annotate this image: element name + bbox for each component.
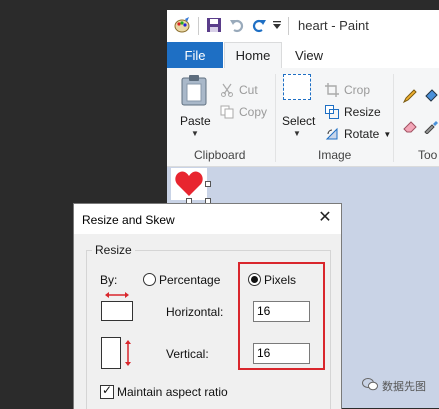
- resize-label: Resize: [344, 105, 381, 119]
- maintain-aspect-label[interactable]: Maintain aspect ratio: [117, 385, 228, 399]
- resize-button[interactable]: Resize: [324, 104, 381, 120]
- pencil-icon[interactable]: [402, 88, 418, 107]
- percentage-label[interactable]: Percentage: [159, 273, 220, 287]
- tab-file[interactable]: File: [167, 42, 223, 68]
- color-picker-icon[interactable]: [423, 118, 439, 137]
- canvas-resize-handle-right[interactable]: [205, 181, 211, 187]
- save-icon[interactable]: [205, 16, 223, 34]
- horizontal-resize-icon: [100, 290, 134, 325]
- title-separator: [288, 17, 289, 35]
- drawing-canvas[interactable]: [171, 168, 207, 200]
- paste-button[interactable]: Paste ▼: [177, 72, 211, 138]
- cut-button[interactable]: Cut: [219, 82, 258, 98]
- dialog-title-bar: Resize and Skew ✕: [74, 204, 341, 234]
- clipboard-group-label: Clipboard: [194, 148, 246, 162]
- ribbon-separator: [393, 74, 394, 162]
- title-separator: [198, 17, 199, 35]
- scissors-icon: [219, 82, 235, 98]
- select-icon: [283, 74, 311, 100]
- maintain-aspect-checkbox[interactable]: [100, 383, 114, 399]
- vertical-resize-icon: [100, 336, 134, 373]
- by-label: By:: [100, 273, 118, 287]
- eraser-icon[interactable]: [402, 118, 418, 137]
- copy-icon: [219, 104, 235, 120]
- paste-label: Paste: [180, 114, 211, 128]
- paste-dropdown-icon: ▼: [191, 129, 199, 138]
- ribbon-separator: [275, 74, 276, 162]
- rotate-button[interactable]: Rotate ▼: [324, 126, 391, 142]
- select-button[interactable]: Select ▼: [281, 74, 315, 138]
- rotate-dropdown-icon: ▼: [383, 129, 392, 139]
- pixels-highlight-box: [238, 262, 325, 370]
- undo-icon[interactable]: [228, 16, 246, 34]
- resize-skew-dialog: Resize and Skew ✕ Resize By: Percentage …: [73, 203, 342, 409]
- crop-icon: [324, 82, 340, 98]
- watermark-text: 数据先图: [382, 381, 426, 393]
- paste-icon: [180, 74, 208, 109]
- percentage-radio[interactable]: [143, 273, 156, 286]
- tools-group-label: Too: [418, 148, 438, 162]
- resize-group-legend: Resize: [92, 243, 135, 257]
- redo-icon[interactable]: [250, 16, 268, 34]
- customize-toolbar-icon[interactable]: [271, 16, 283, 34]
- tab-view[interactable]: View: [284, 42, 334, 68]
- close-icon[interactable]: ✕: [317, 210, 333, 226]
- watermark: 数据先图: [362, 378, 426, 394]
- title-bar: heart - Paint: [167, 10, 439, 42]
- crop-button[interactable]: Crop: [324, 82, 370, 98]
- horizontal-label: Horizontal:: [166, 305, 224, 319]
- select-dropdown-icon: ▼: [293, 129, 301, 138]
- ribbon-tabs: File Home View: [167, 42, 439, 69]
- fill-icon[interactable]: [423, 88, 439, 107]
- select-label: Select: [282, 114, 316, 128]
- rotate-label: Rotate: [344, 127, 380, 141]
- copy-label: Copy: [239, 105, 268, 119]
- wechat-icon: [362, 378, 378, 394]
- crop-label: Crop: [344, 83, 371, 97]
- tab-home[interactable]: Home: [224, 42, 282, 69]
- copy-button[interactable]: Copy: [219, 104, 267, 120]
- rotate-icon: [324, 126, 340, 142]
- paint-app-icon[interactable]: [173, 16, 191, 34]
- window-title: heart - Paint: [298, 18, 369, 33]
- image-group-label: Image: [318, 148, 352, 162]
- dialog-title: Resize and Skew: [82, 213, 175, 227]
- ribbon-home: Paste ▼ Cut Copy Clipboard Select ▼ Crop…: [167, 68, 439, 167]
- vertical-label: Vertical:: [166, 347, 209, 361]
- resize-icon: [324, 104, 340, 120]
- cut-label: Cut: [239, 83, 258, 97]
